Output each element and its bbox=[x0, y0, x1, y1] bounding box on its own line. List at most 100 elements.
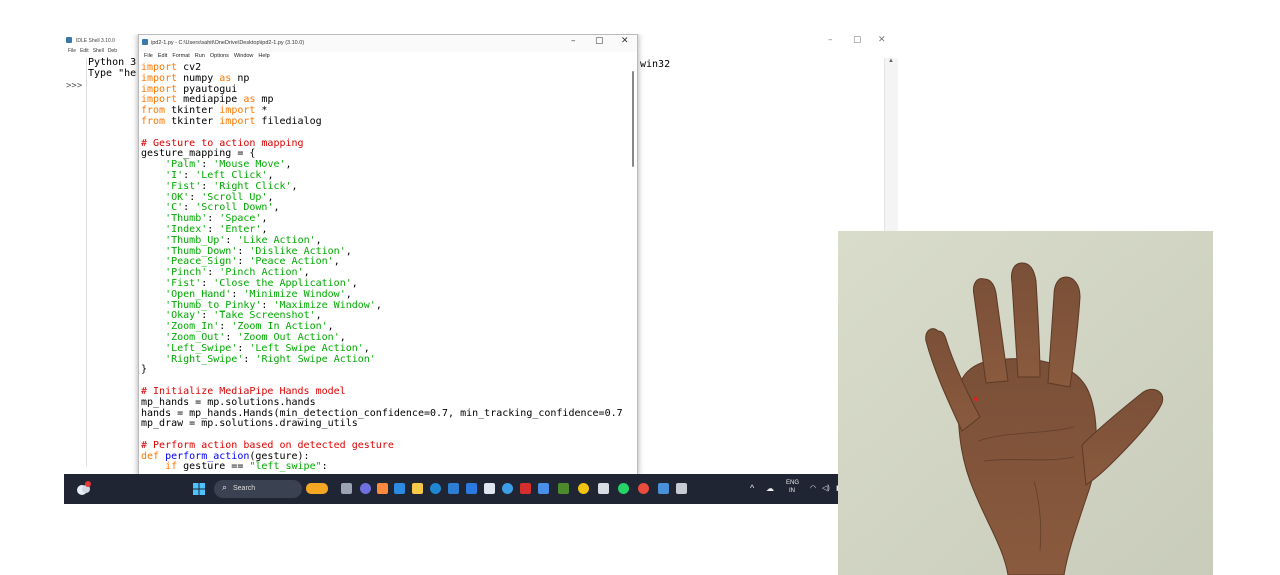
app-icon[interactable] bbox=[484, 483, 495, 494]
app-icon[interactable] bbox=[502, 483, 513, 494]
colon: : bbox=[219, 321, 232, 333]
app-icon[interactable] bbox=[658, 483, 669, 494]
shell-menu-shell[interactable]: Shell bbox=[93, 48, 104, 54]
menu-window[interactable]: Window bbox=[234, 53, 254, 59]
app-icon[interactable] bbox=[638, 483, 649, 494]
shell-output[interactable]: Python 3 Type "he bbox=[88, 57, 136, 79]
action-value: 'Zoom In Action' bbox=[231, 321, 328, 333]
shell-title: IDLE Shell 3.10.0 bbox=[76, 38, 115, 44]
store-icon[interactable] bbox=[448, 483, 459, 494]
shell-menu-debug[interactable]: Deb bbox=[108, 48, 117, 54]
comma: , bbox=[345, 288, 352, 300]
language-indicator[interactable]: ENG bbox=[786, 480, 799, 486]
function-name: perform_action bbox=[159, 450, 250, 462]
comma: , bbox=[315, 234, 322, 246]
app-icon[interactable] bbox=[520, 483, 531, 494]
editor-scrollbar[interactable] bbox=[629, 63, 637, 475]
chrome-icon[interactable] bbox=[578, 483, 589, 494]
menu-edit[interactable]: Edit bbox=[158, 53, 167, 59]
shell-close-button[interactable]: ✕ bbox=[878, 35, 886, 45]
mail-icon[interactable] bbox=[466, 483, 477, 494]
shell-menu-file[interactable]: File bbox=[68, 48, 76, 54]
editor-minimize-button[interactable]: – bbox=[571, 36, 576, 46]
keyword: import bbox=[141, 72, 178, 84]
action-value: 'Peace Action' bbox=[249, 256, 334, 268]
menu-file[interactable]: File bbox=[144, 53, 153, 59]
editor-close-button[interactable]: ✕ bbox=[621, 36, 629, 46]
gesture-key: 'Pinch' bbox=[165, 267, 208, 279]
colon: : bbox=[207, 267, 220, 279]
colon: : bbox=[225, 331, 238, 343]
editor-title-bar[interactable]: ipd2-1.py - C:\Users\sahit\OneDrive\Desk… bbox=[139, 35, 637, 52]
whatsapp-icon[interactable] bbox=[618, 483, 629, 494]
menu-help[interactable]: Help bbox=[258, 53, 269, 59]
comma: , bbox=[261, 223, 268, 235]
colon: : bbox=[237, 342, 250, 354]
shell-maximize-button[interactable]: ▢ bbox=[853, 35, 862, 45]
taskbar-search-box[interactable]: ⌕ Search bbox=[214, 480, 302, 498]
action-value: 'Left Swipe Action' bbox=[249, 342, 364, 354]
menu-format[interactable]: Format bbox=[172, 53, 189, 59]
action-value: 'Take Screenshot' bbox=[213, 310, 316, 322]
comma: , bbox=[345, 245, 352, 257]
app-icon[interactable] bbox=[676, 483, 687, 494]
colon: : bbox=[201, 310, 214, 322]
colon: : bbox=[225, 234, 238, 246]
cloud-icon[interactable]: ☁ bbox=[766, 484, 774, 493]
chat-icon[interactable] bbox=[360, 483, 371, 494]
task-view-icon[interactable] bbox=[341, 483, 352, 494]
code-text: mp bbox=[255, 94, 274, 106]
gesture-key: 'Thumb' bbox=[165, 213, 208, 225]
menu-run[interactable]: Run bbox=[195, 53, 205, 59]
app-icon[interactable] bbox=[558, 483, 569, 494]
shell-menu-edit[interactable]: Edit bbox=[80, 48, 89, 54]
keyword: if bbox=[141, 461, 178, 473]
chevron-up-icon[interactable]: ^ bbox=[750, 483, 754, 493]
action-value: 'Mouse Move' bbox=[213, 159, 286, 171]
colon: : bbox=[231, 288, 244, 300]
action-value: 'Space' bbox=[219, 213, 262, 225]
app-icon[interactable] bbox=[538, 483, 549, 494]
colon: : bbox=[261, 299, 274, 311]
taskbar-highlight-icon[interactable] bbox=[306, 483, 328, 494]
gesture-key: 'Zoom_In' bbox=[165, 321, 220, 333]
file-explorer-icon[interactable] bbox=[412, 483, 423, 494]
windows-start-icon[interactable] bbox=[193, 483, 205, 495]
app-icon[interactable] bbox=[377, 483, 388, 494]
idle-icon[interactable] bbox=[598, 483, 609, 494]
code-editor[interactable]: import cv2 import numpy as np import pya… bbox=[141, 63, 629, 475]
wifi-icon[interactable]: ◠ bbox=[810, 484, 816, 492]
shell-minimize-button[interactable]: – bbox=[828, 35, 833, 45]
search-label: Search bbox=[233, 485, 256, 492]
edge-icon[interactable] bbox=[394, 483, 405, 494]
string-literal: "left_swipe" bbox=[249, 461, 322, 473]
code-text: tkinter bbox=[165, 115, 220, 127]
action-value: 'Maximize Window' bbox=[273, 299, 376, 311]
hand-photo-image bbox=[838, 231, 1213, 575]
editor-maximize-button[interactable]: ▢ bbox=[595, 36, 604, 46]
code-text: np bbox=[231, 72, 250, 84]
colon: : bbox=[201, 159, 214, 171]
scrollbar-thumb[interactable] bbox=[632, 71, 634, 167]
scroll-up-icon[interactable]: ▲ bbox=[888, 58, 894, 64]
menu-options[interactable]: Options bbox=[210, 53, 229, 59]
browser-icon[interactable] bbox=[430, 483, 441, 494]
volume-icon[interactable]: ◁) bbox=[822, 484, 830, 492]
gesture-key: 'Zoom_Out' bbox=[165, 331, 226, 343]
action-value: 'Left Click' bbox=[195, 169, 268, 181]
code-line: if gesture == "left_swipe": bbox=[141, 462, 629, 473]
comma: , bbox=[261, 213, 268, 225]
shell-prompt-gutter: >>> bbox=[64, 58, 87, 466]
code-line: mp_draw = mp.solutions.drawing_utils bbox=[141, 418, 358, 430]
weather-icon[interactable] bbox=[76, 480, 92, 496]
comma: , bbox=[339, 331, 346, 343]
gesture-key: 'Peace_Sign' bbox=[165, 256, 238, 268]
